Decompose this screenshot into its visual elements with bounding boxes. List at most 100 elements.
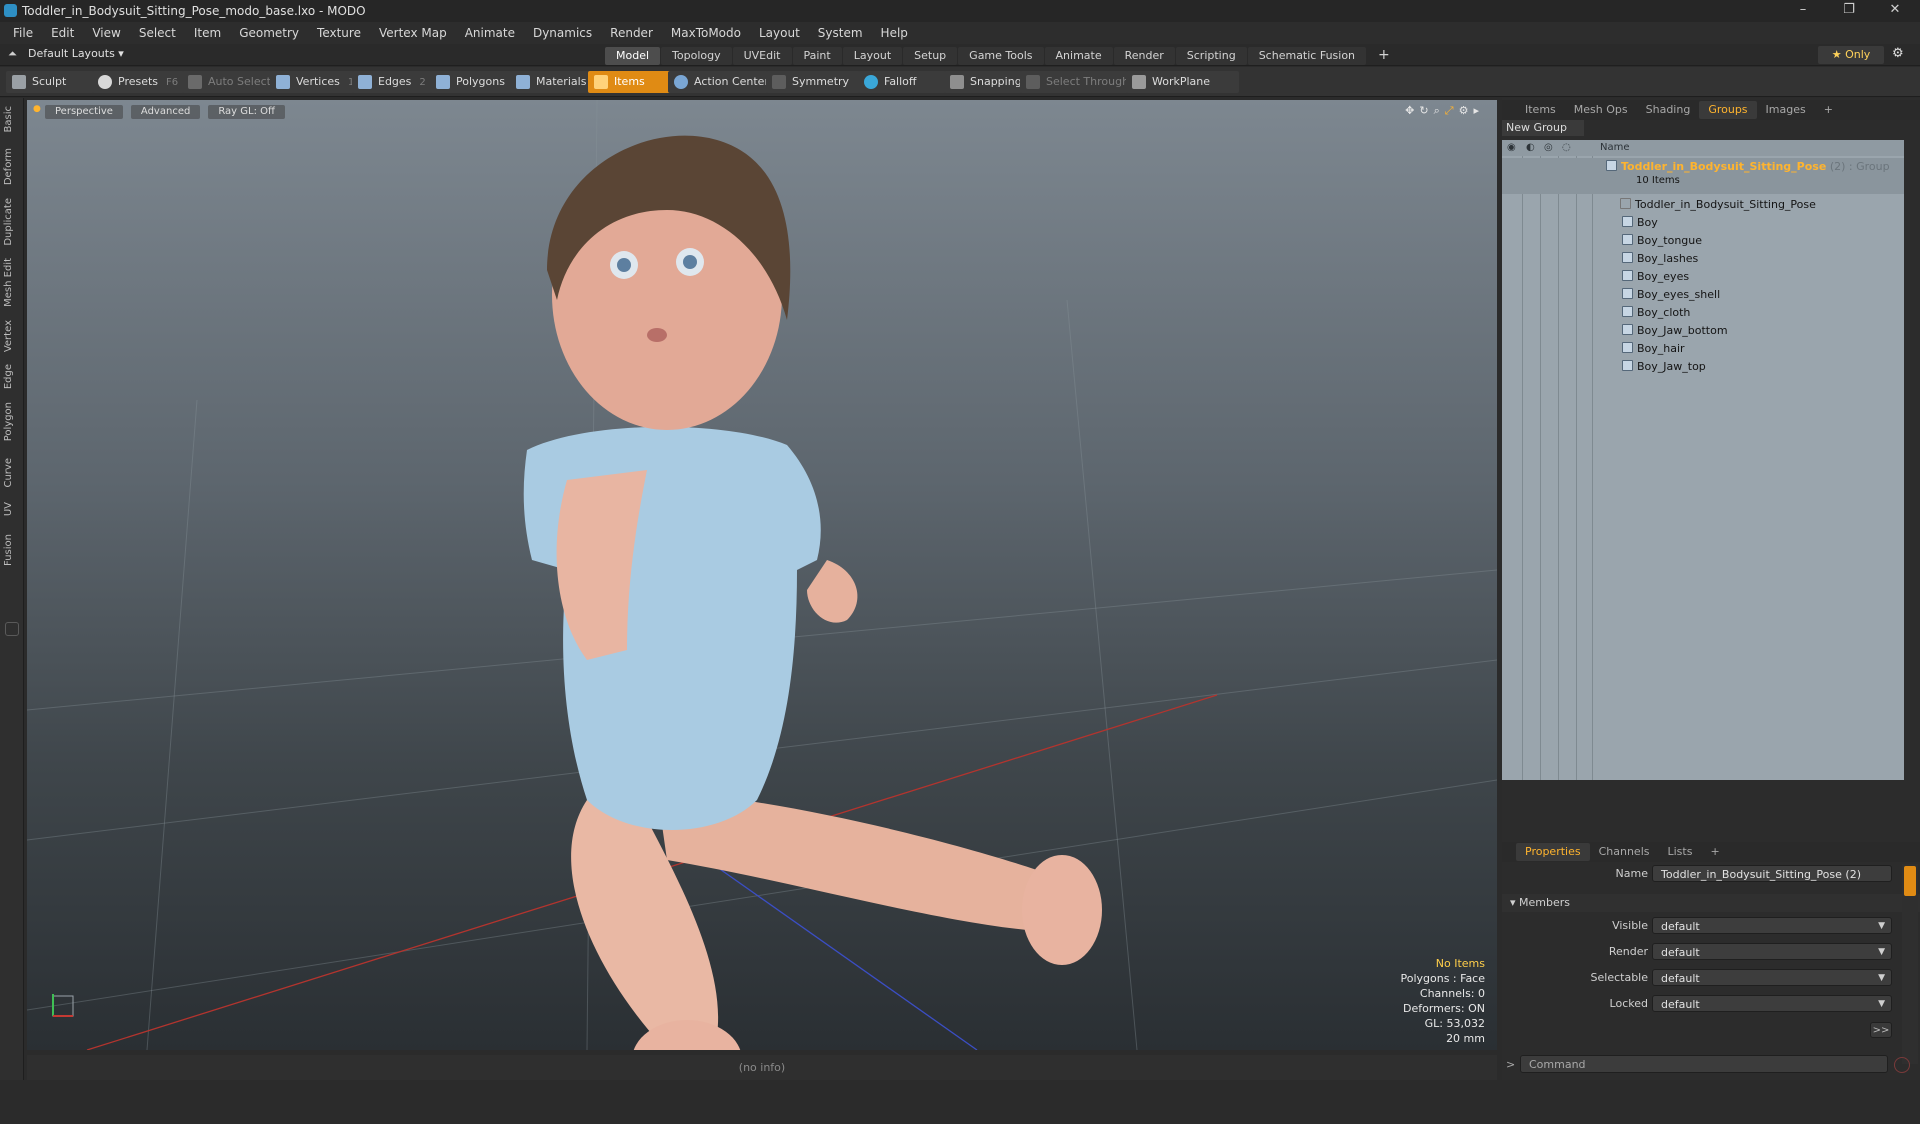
tab-shading[interactable]: Shading — [1637, 101, 1700, 119]
tab-scripting[interactable]: Scripting — [1175, 47, 1247, 65]
menu-help[interactable]: Help — [872, 22, 917, 44]
tab-curve[interactable]: Curve — [3, 458, 21, 488]
title-bar: Toddler_in_Bodysuit_Sitting_Pose_modo_ba… — [0, 0, 1920, 22]
members-section[interactable]: ▾ Members — [1502, 894, 1920, 912]
menu-layout[interactable]: Layout — [750, 22, 809, 44]
name-field[interactable]: Toddler_in_Bodysuit_Sitting_Pose (2) — [1652, 865, 1892, 882]
menu-select[interactable]: Select — [130, 22, 185, 44]
tab-groups[interactable]: Groups — [1699, 101, 1757, 119]
menu-texture[interactable]: Texture — [308, 22, 370, 44]
add-properties-tab-button[interactable]: + — [1701, 843, 1728, 861]
view-type-dropdown[interactable]: Perspective — [45, 105, 123, 119]
viewport-settings-icon[interactable]: ⚙ — [1459, 104, 1469, 117]
tab-items[interactable]: Items — [1516, 101, 1565, 119]
list-item[interactable]: Boy_hair — [1502, 340, 1904, 358]
name-column-header[interactable]: Name — [1600, 140, 1630, 156]
menu-maxtomodo[interactable]: MaxToModo — [662, 22, 750, 44]
group-meta: (2) : Group — [1829, 160, 1890, 173]
list-item[interactable]: Boy_eyes — [1502, 268, 1904, 286]
menu-edit[interactable]: Edit — [42, 22, 83, 44]
tab-vertex[interactable]: Vertex — [3, 320, 21, 352]
gear-icon[interactable]: ⚙ — [1892, 46, 1904, 61]
tab-polygon[interactable]: Polygon — [3, 402, 21, 441]
list-item[interactable]: Boy_cloth — [1502, 304, 1904, 322]
only-button[interactable]: ★ Only — [1818, 46, 1884, 64]
shading-dropdown[interactable]: Advanced — [130, 105, 201, 119]
tab-deform[interactable]: Deform — [3, 148, 21, 185]
tab-fusion[interactable]: Fusion — [3, 534, 21, 566]
render-icon[interactable]: ◐ — [1526, 140, 1535, 156]
tab-model[interactable]: Model — [605, 47, 661, 65]
tree-scrollbar[interactable] — [1906, 140, 1918, 780]
raygl-toggle[interactable]: Ray GL: Off — [208, 105, 285, 119]
list-item[interactable]: Boy — [1502, 214, 1904, 232]
select-icon[interactable]: ◌ — [1562, 140, 1571, 156]
minimize-button[interactable]: – — [1780, 0, 1826, 22]
rotate-icon[interactable]: ↻ — [1419, 104, 1428, 117]
tab-schematic-fusion[interactable]: Schematic Fusion — [1247, 47, 1367, 65]
menu-system[interactable]: System — [809, 22, 872, 44]
viewport-more-icon[interactable]: ▸ — [1473, 104, 1479, 117]
lock-icon[interactable]: ◎ — [1544, 140, 1553, 156]
list-item[interactable]: Boy_lashes — [1502, 250, 1904, 268]
menu-file[interactable]: File — [4, 22, 42, 44]
menu-vertex-map[interactable]: Vertex Map — [370, 22, 456, 44]
chevron-down-icon: ▼ — [1878, 973, 1885, 983]
new-group-button[interactable]: New Group — [1502, 120, 1584, 136]
tab-images[interactable]: Images — [1757, 101, 1815, 119]
menu-geometry[interactable]: Geometry — [230, 22, 308, 44]
menu-view[interactable]: View — [83, 22, 129, 44]
more-options-button[interactable]: >> — [1870, 1022, 1892, 1038]
tab-lists[interactable]: Lists — [1659, 843, 1702, 861]
eye-icon[interactable]: ◉ — [1507, 140, 1516, 156]
mesh-icon — [1622, 234, 1633, 245]
locked-dropdown[interactable]: default ▼ — [1652, 995, 1892, 1012]
menu-render[interactable]: Render — [601, 22, 662, 44]
maximize-icon[interactable]: ⤢ — [1445, 104, 1454, 117]
expand-tabs-icon[interactable] — [5, 622, 19, 636]
workplane-button[interactable]: WorkPlane — [1126, 71, 1239, 93]
3d-viewport[interactable]: ● Perspective Advanced Ray GL: Off ✥ ↻ ⌕ ⤢ ⚙ ▸ … — [27, 100, 1497, 1050]
tab-basic[interactable]: Basic — [3, 106, 21, 132]
list-item[interactable]: Boy_Jaw_bottom — [1502, 322, 1904, 340]
tab-topology[interactable]: Topology — [661, 47, 732, 65]
list-item[interactable]: Boy_tongue — [1502, 232, 1904, 250]
list-item[interactable]: Toddler_in_Bodysuit_Sitting_Pose — [1502, 196, 1904, 214]
zoom-icon[interactable]: ⌕ — [1434, 104, 1440, 117]
group-row[interactable]: Toddler_in_Bodysuit_Sitting_Pose (2) : G… — [1502, 158, 1904, 194]
tab-channels[interactable]: Channels — [1590, 843, 1659, 861]
close-button[interactable]: ✕ — [1872, 0, 1918, 22]
command-input[interactable]: Command — [1520, 1055, 1888, 1073]
visible-dropdown[interactable]: default ▼ — [1652, 917, 1892, 934]
menu-animate[interactable]: Animate — [456, 22, 524, 44]
tab-layout[interactable]: Layout — [842, 47, 903, 65]
list-item[interactable]: Boy_eyes_shell — [1502, 286, 1904, 304]
menu-item[interactable]: Item — [185, 22, 230, 44]
tab-duplicate[interactable]: Duplicate — [3, 198, 21, 246]
tab-uvedit[interactable]: UVEdit — [732, 47, 792, 65]
menu-dynamics[interactable]: Dynamics — [524, 22, 601, 44]
tab-setup[interactable]: Setup — [903, 47, 958, 65]
layout-up-icon[interactable]: ⏶ — [8, 47, 17, 61]
tab-animate[interactable]: Animate — [1044, 47, 1113, 65]
tab-mesh-ops[interactable]: Mesh Ops — [1565, 101, 1637, 119]
tab-paint[interactable]: Paint — [792, 47, 842, 65]
tab-uv[interactable]: UV — [3, 502, 21, 516]
list-item[interactable]: Boy_Jaw_top — [1502, 358, 1904, 376]
restore-button[interactable]: ❐ — [1826, 0, 1872, 22]
tab-render[interactable]: Render — [1113, 47, 1175, 65]
command-history-icon[interactable] — [1894, 1057, 1910, 1073]
tab-properties[interactable]: Properties — [1516, 843, 1590, 861]
add-panel-tab-button[interactable]: + — [1815, 101, 1842, 119]
tab-edge[interactable]: Edge — [3, 364, 21, 389]
side-tab-active[interactable] — [1904, 866, 1916, 896]
selectable-dropdown[interactable]: default ▼ — [1652, 969, 1892, 986]
visible-label: Visible — [1612, 919, 1648, 932]
pan-icon[interactable]: ✥ — [1405, 104, 1414, 117]
viewport-menu-icon[interactable]: ● — [33, 104, 41, 114]
render-dropdown[interactable]: default ▼ — [1652, 943, 1892, 960]
add-tab-button[interactable]: + — [1367, 46, 1401, 64]
tab-game-tools[interactable]: Game Tools — [958, 47, 1044, 65]
tab-mesh-edit[interactable]: Mesh Edit — [3, 258, 21, 307]
layout-select[interactable]: Default Layouts ▾ — [28, 47, 124, 60]
